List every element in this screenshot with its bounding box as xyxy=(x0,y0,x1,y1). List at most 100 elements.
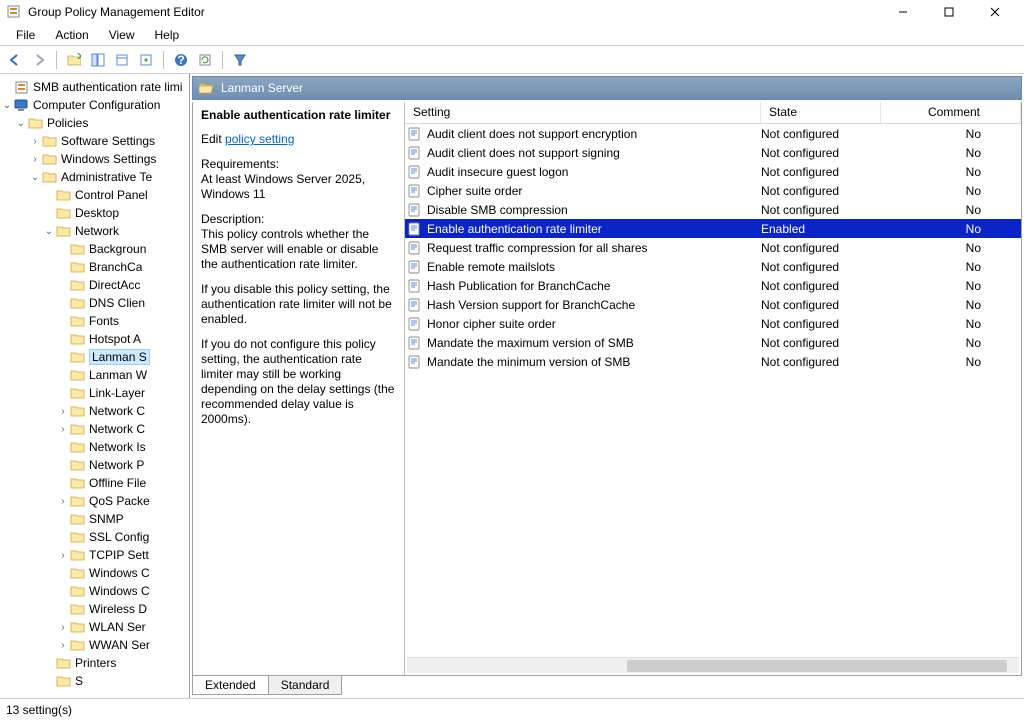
tree-item[interactable]: S xyxy=(0,672,189,690)
setting-state: Not configured xyxy=(761,336,881,350)
requirements-text: At least Windows Server 2025, Windows 11 xyxy=(201,172,365,201)
column-headers[interactable]: Setting State Comment xyxy=(405,102,1021,124)
tree-item[interactable]: Desktop xyxy=(0,204,189,222)
tree-root[interactable]: SMB authentication rate limi xyxy=(0,78,189,96)
setting-row[interactable]: Enable authentication rate limiterEnable… xyxy=(405,219,1021,238)
tree-item[interactable]: ›QoS Packe xyxy=(0,492,189,510)
setting-row[interactable]: Request traffic compression for all shar… xyxy=(405,238,1021,257)
expand-icon[interactable]: › xyxy=(56,406,70,417)
filter-button[interactable] xyxy=(229,49,251,71)
setting-row[interactable]: Cipher suite orderNot configuredNo xyxy=(405,181,1021,200)
setting-state: Not configured xyxy=(761,298,881,312)
tree-item[interactable]: Hotspot A xyxy=(0,330,189,348)
tree-item[interactable]: ›Network C xyxy=(0,420,189,438)
tree-item[interactable]: SSL Config xyxy=(0,528,189,546)
tree-network[interactable]: ⌄Network xyxy=(0,222,189,240)
tree-computer-configuration[interactable]: ⌄Computer Configuration xyxy=(0,96,189,114)
setting-row[interactable]: Mandate the maximum version of SMBNot co… xyxy=(405,333,1021,352)
refresh-button[interactable] xyxy=(194,49,216,71)
nav-tree[interactable]: SMB authentication rate limi ⌄Computer Co… xyxy=(0,74,190,698)
tree-software-settings[interactable]: ›Software Settings xyxy=(0,132,189,150)
forward-button[interactable] xyxy=(28,49,50,71)
tree-item[interactable]: ›WLAN Ser xyxy=(0,618,189,636)
tree-item[interactable]: Lanman W xyxy=(0,366,189,384)
setting-row[interactable]: Audit client does not support encryption… xyxy=(405,124,1021,143)
expand-icon[interactable]: ⌄ xyxy=(0,100,14,111)
setting-state: Not configured xyxy=(761,146,881,160)
export-button[interactable] xyxy=(135,49,157,71)
tab-standard[interactable]: Standard xyxy=(268,676,343,695)
col-comment[interactable]: Comment xyxy=(881,102,1021,123)
settings-list[interactable]: Audit client does not support encryption… xyxy=(405,124,1021,657)
properties-button[interactable] xyxy=(111,49,133,71)
tree-label: WWAN Ser xyxy=(89,638,150,652)
tree-item[interactable]: Fonts xyxy=(0,312,189,330)
minimize-button[interactable] xyxy=(880,0,926,24)
tree-item[interactable]: BranchCa xyxy=(0,258,189,276)
close-button[interactable] xyxy=(972,0,1018,24)
setting-row[interactable]: Honor cipher suite orderNot configuredNo xyxy=(405,314,1021,333)
expand-icon[interactable]: ⌄ xyxy=(28,172,42,183)
menu-view[interactable]: View xyxy=(99,26,145,44)
tree-item[interactable]: DNS Clien xyxy=(0,294,189,312)
tree-item[interactable]: DirectAcc xyxy=(0,276,189,294)
tree-windows-settings[interactable]: ›Windows Settings xyxy=(0,150,189,168)
setting-row[interactable]: Audit insecure guest logonNot configured… xyxy=(405,162,1021,181)
col-state[interactable]: State xyxy=(761,102,881,123)
tree-item[interactable]: Network P xyxy=(0,456,189,474)
tree-item[interactable]: Backgroun xyxy=(0,240,189,258)
tree-item[interactable]: Printers xyxy=(0,654,189,672)
setting-row[interactable]: Hash Publication for BranchCacheNot conf… xyxy=(405,276,1021,295)
tree-item[interactable]: Wireless D xyxy=(0,600,189,618)
tree-item[interactable]: Lanman S xyxy=(0,348,189,366)
setting-comment: No xyxy=(881,222,1021,236)
expand-icon[interactable]: › xyxy=(56,550,70,561)
tree-label: Administrative Te xyxy=(61,170,152,184)
folder-icon xyxy=(56,188,72,202)
tree-item[interactable]: Windows C xyxy=(0,582,189,600)
tree-item[interactable]: › WWAN Ser xyxy=(0,636,189,654)
setting-state: Not configured xyxy=(761,184,881,198)
expand-icon[interactable]: › xyxy=(56,640,70,651)
tree-item[interactable]: ›Network C xyxy=(0,402,189,420)
expand-icon[interactable]: ⌄ xyxy=(14,118,28,129)
menu-help[interactable]: Help xyxy=(145,26,190,44)
tree-policies[interactable]: ⌄Policies xyxy=(0,114,189,132)
tab-extended[interactable]: Extended xyxy=(192,676,269,695)
expand-icon[interactable]: › xyxy=(28,154,42,165)
expand-icon[interactable]: › xyxy=(56,424,70,435)
setting-row[interactable]: Mandate the minimum version of SMBNot co… xyxy=(405,352,1021,371)
up-button[interactable] xyxy=(63,49,85,71)
tree-item[interactable]: Offline File xyxy=(0,474,189,492)
show-hide-tree-button[interactable] xyxy=(87,49,109,71)
expand-icon[interactable]: › xyxy=(56,496,70,507)
tree-item[interactable]: Link-Layer xyxy=(0,384,189,402)
expand-icon[interactable]: ⌄ xyxy=(42,226,56,237)
tree-label: SMB authentication rate limi xyxy=(33,80,182,94)
setting-row[interactable]: Hash Version support for BranchCacheNot … xyxy=(405,295,1021,314)
tree-administrative-templates[interactable]: ⌄ Administrative Te xyxy=(0,168,189,186)
tree-label: Backgroun xyxy=(89,242,146,256)
menu-file[interactable]: File xyxy=(6,26,45,44)
scrollbar-thumb[interactable] xyxy=(627,660,1007,672)
horizontal-scrollbar[interactable] xyxy=(407,657,1019,673)
tree-item[interactable]: Control Panel xyxy=(0,186,189,204)
help-button[interactable]: ? xyxy=(170,49,192,71)
setting-row[interactable]: Enable remote mailslotsNot configuredNo xyxy=(405,257,1021,276)
setting-row[interactable]: Audit client does not support signingNot… xyxy=(405,143,1021,162)
expand-icon[interactable]: › xyxy=(28,136,42,147)
expand-icon[interactable]: › xyxy=(56,622,70,633)
tree-item[interactable]: Windows C xyxy=(0,564,189,582)
back-button[interactable] xyxy=(4,49,26,71)
menu-action[interactable]: Action xyxy=(45,26,98,44)
tree-item[interactable]: SNMP xyxy=(0,510,189,528)
col-setting[interactable]: Setting xyxy=(405,102,761,123)
tree-item[interactable]: Network Is xyxy=(0,438,189,456)
svg-text:?: ? xyxy=(177,53,184,67)
description-label: Description: xyxy=(201,212,264,226)
titlebar: Group Policy Management Editor xyxy=(0,0,1024,24)
maximize-button[interactable] xyxy=(926,0,972,24)
tree-item[interactable]: ›TCPIP Sett xyxy=(0,546,189,564)
setting-row[interactable]: Disable SMB compressionNot configuredNo xyxy=(405,200,1021,219)
edit-policy-link[interactable]: policy setting xyxy=(225,132,294,146)
